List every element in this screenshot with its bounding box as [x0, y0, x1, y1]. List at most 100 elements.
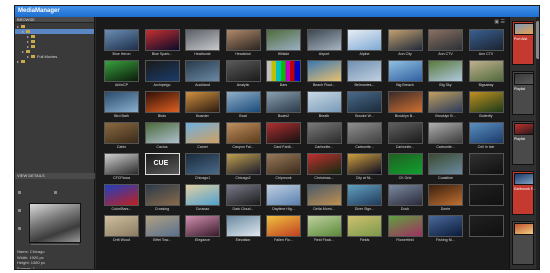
media-tile[interactable]: Carbonite... [426, 121, 465, 151]
media-tile[interactable]: Fallen Flo... [264, 214, 303, 244]
media-thumbnail[interactable] [185, 184, 220, 206]
media-thumbnail[interactable] [144, 29, 180, 51]
view-option[interactable] [53, 190, 89, 196]
media-thumbnail[interactable]: CUE [144, 153, 180, 175]
checkbox[interactable] [18, 191, 21, 195]
media-tile[interactable]: Birds [143, 90, 182, 120]
media-tile[interactable] [467, 152, 506, 182]
media-thumbnail[interactable] [266, 29, 301, 51]
media-tile[interactable]: Boats2 [264, 90, 303, 120]
media-tile[interactable]: Dock [386, 183, 425, 213]
playlist-card[interactable]: Playlist [512, 71, 534, 115]
media-tile[interactable] [467, 183, 506, 213]
media-tile[interactable]: Blue Heron [102, 28, 141, 58]
media-tile[interactable]: Chicago1 [183, 152, 222, 182]
media-tile[interactable]: Brooklyn B... [426, 90, 465, 120]
playlist-card[interactable]: Playlist [512, 121, 534, 165]
media-thumbnail[interactable] [428, 215, 463, 237]
media-thumbnail[interactable] [144, 60, 180, 82]
media-tile[interactable]: Dark Cloud... [224, 183, 263, 213]
media-tile[interactable]: Donte [426, 183, 465, 213]
checkbox[interactable] [18, 209, 21, 213]
media-thumbnail[interactable] [387, 184, 423, 206]
media-thumbnail[interactable] [387, 153, 423, 175]
media-tile[interactable]: CFCFlowa [102, 152, 141, 182]
media-thumbnail[interactable] [266, 184, 301, 206]
media-thumbnail[interactable] [104, 153, 139, 175]
media-thumbnail[interactable] [306, 215, 342, 237]
media-thumbnail[interactable] [104, 122, 139, 144]
media-tile[interactable]: Drift Wood [102, 214, 141, 244]
media-thumbnail[interactable] [185, 122, 220, 144]
media-thumbnail[interactable] [468, 91, 504, 113]
media-thumbnail[interactable] [428, 153, 463, 175]
media-tile[interactable]: Elevation [224, 214, 263, 244]
media-tile[interactable]: Brooklyn B... [386, 90, 425, 120]
media-thumbnail[interactable] [266, 153, 301, 175]
media-tile[interactable]: Carbonite... [305, 121, 344, 151]
media-thumbnail[interactable] [387, 215, 423, 237]
media-thumbnail[interactable] [306, 29, 342, 51]
media-thumbnail[interactable] [185, 215, 220, 237]
media-tile[interactable]: Canyon Fal... [224, 121, 263, 151]
playlist-card[interactable]: Earthwork F... [512, 171, 535, 215]
media-thumbnail[interactable] [347, 29, 382, 51]
media-thumbnail[interactable] [225, 184, 261, 206]
media-tile[interactable]: CUE [143, 152, 182, 182]
media-thumbnail[interactable] [185, 60, 220, 82]
media-tile[interactable]: Fields [345, 214, 384, 244]
media-tile[interactable]: Big Sky [426, 59, 465, 89]
media-tile[interactable]: Ann City [386, 28, 425, 58]
media-tile[interactable]: Ann CTV [467, 28, 506, 58]
media-thumbnail[interactable] [468, 29, 504, 51]
media-tile[interactable]: City at Ni... [345, 152, 384, 182]
playlist-card[interactable] [512, 221, 534, 265]
media-thumbnail[interactable] [468, 215, 504, 237]
media-tile[interactable]: Cabin [102, 121, 141, 151]
media-thumbnail[interactable] [468, 122, 504, 144]
media-thumbnail[interactable] [306, 153, 342, 175]
media-tile[interactable]: Belmontes... [345, 59, 384, 89]
media-thumbnail[interactable] [468, 184, 504, 206]
preview-timeline[interactable] [31, 244, 79, 245]
media-thumbnail[interactable] [225, 153, 261, 175]
media-thumbnail[interactable] [225, 122, 261, 144]
media-tile[interactable]: Camel [183, 121, 222, 151]
media-tile[interactable]: Blue Spark... [143, 28, 182, 58]
media-thumbnail[interactable] [104, 215, 139, 237]
media-tile[interactable]: Crossing [143, 183, 182, 213]
media-tile[interactable]: AirlinCP [102, 59, 141, 89]
media-thumbnail[interactable] [225, 91, 261, 113]
media-thumbnail[interactable] [185, 29, 220, 51]
media-thumbnail[interactable] [225, 29, 261, 51]
media-thumbnail[interactable] [266, 91, 301, 113]
media-thumbnail[interactable] [347, 122, 382, 144]
media-thumbnail[interactable] [266, 60, 301, 82]
media-thumbnail[interactable] [387, 122, 423, 144]
media-tile[interactable]: CK Grid [386, 152, 425, 182]
media-tile[interactable]: Alpine [345, 28, 384, 58]
media-tile[interactable]: Headshot [224, 28, 263, 58]
media-tile[interactable]: Brooke W... [345, 90, 384, 120]
media-thumbnail[interactable] [428, 91, 463, 113]
media-thumbnail[interactable] [306, 122, 342, 144]
media-tile[interactable]: Boarder [183, 90, 222, 120]
media-tile[interactable]: Butterfly [467, 90, 506, 120]
media-thumbnail[interactable] [104, 29, 139, 51]
folder-tree-item[interactable]: ▸ [15, 59, 94, 64]
media-tile[interactable]: Bars [264, 59, 303, 89]
media-tile[interactable]: Delta Morni... [305, 183, 344, 213]
media-tile[interactable]: Bird Bath [102, 90, 141, 120]
checkbox[interactable] [18, 227, 21, 231]
media-thumbnail[interactable] [104, 184, 139, 206]
media-tile[interactable]: Beach Flout... [305, 59, 344, 89]
media-tile[interactable]: Carbonite... [345, 121, 384, 151]
media-thumbnail[interactable] [225, 215, 261, 237]
view-option[interactable] [17, 190, 53, 196]
view-mode-icons[interactable]: ▣ ☰ [494, 19, 505, 25]
media-thumbnail[interactable] [468, 60, 504, 82]
media-thumbnail[interactable] [185, 153, 220, 175]
media-tile[interactable] [467, 214, 506, 244]
media-thumbnail[interactable] [347, 91, 382, 113]
media-thumbnail[interactable] [104, 60, 139, 82]
